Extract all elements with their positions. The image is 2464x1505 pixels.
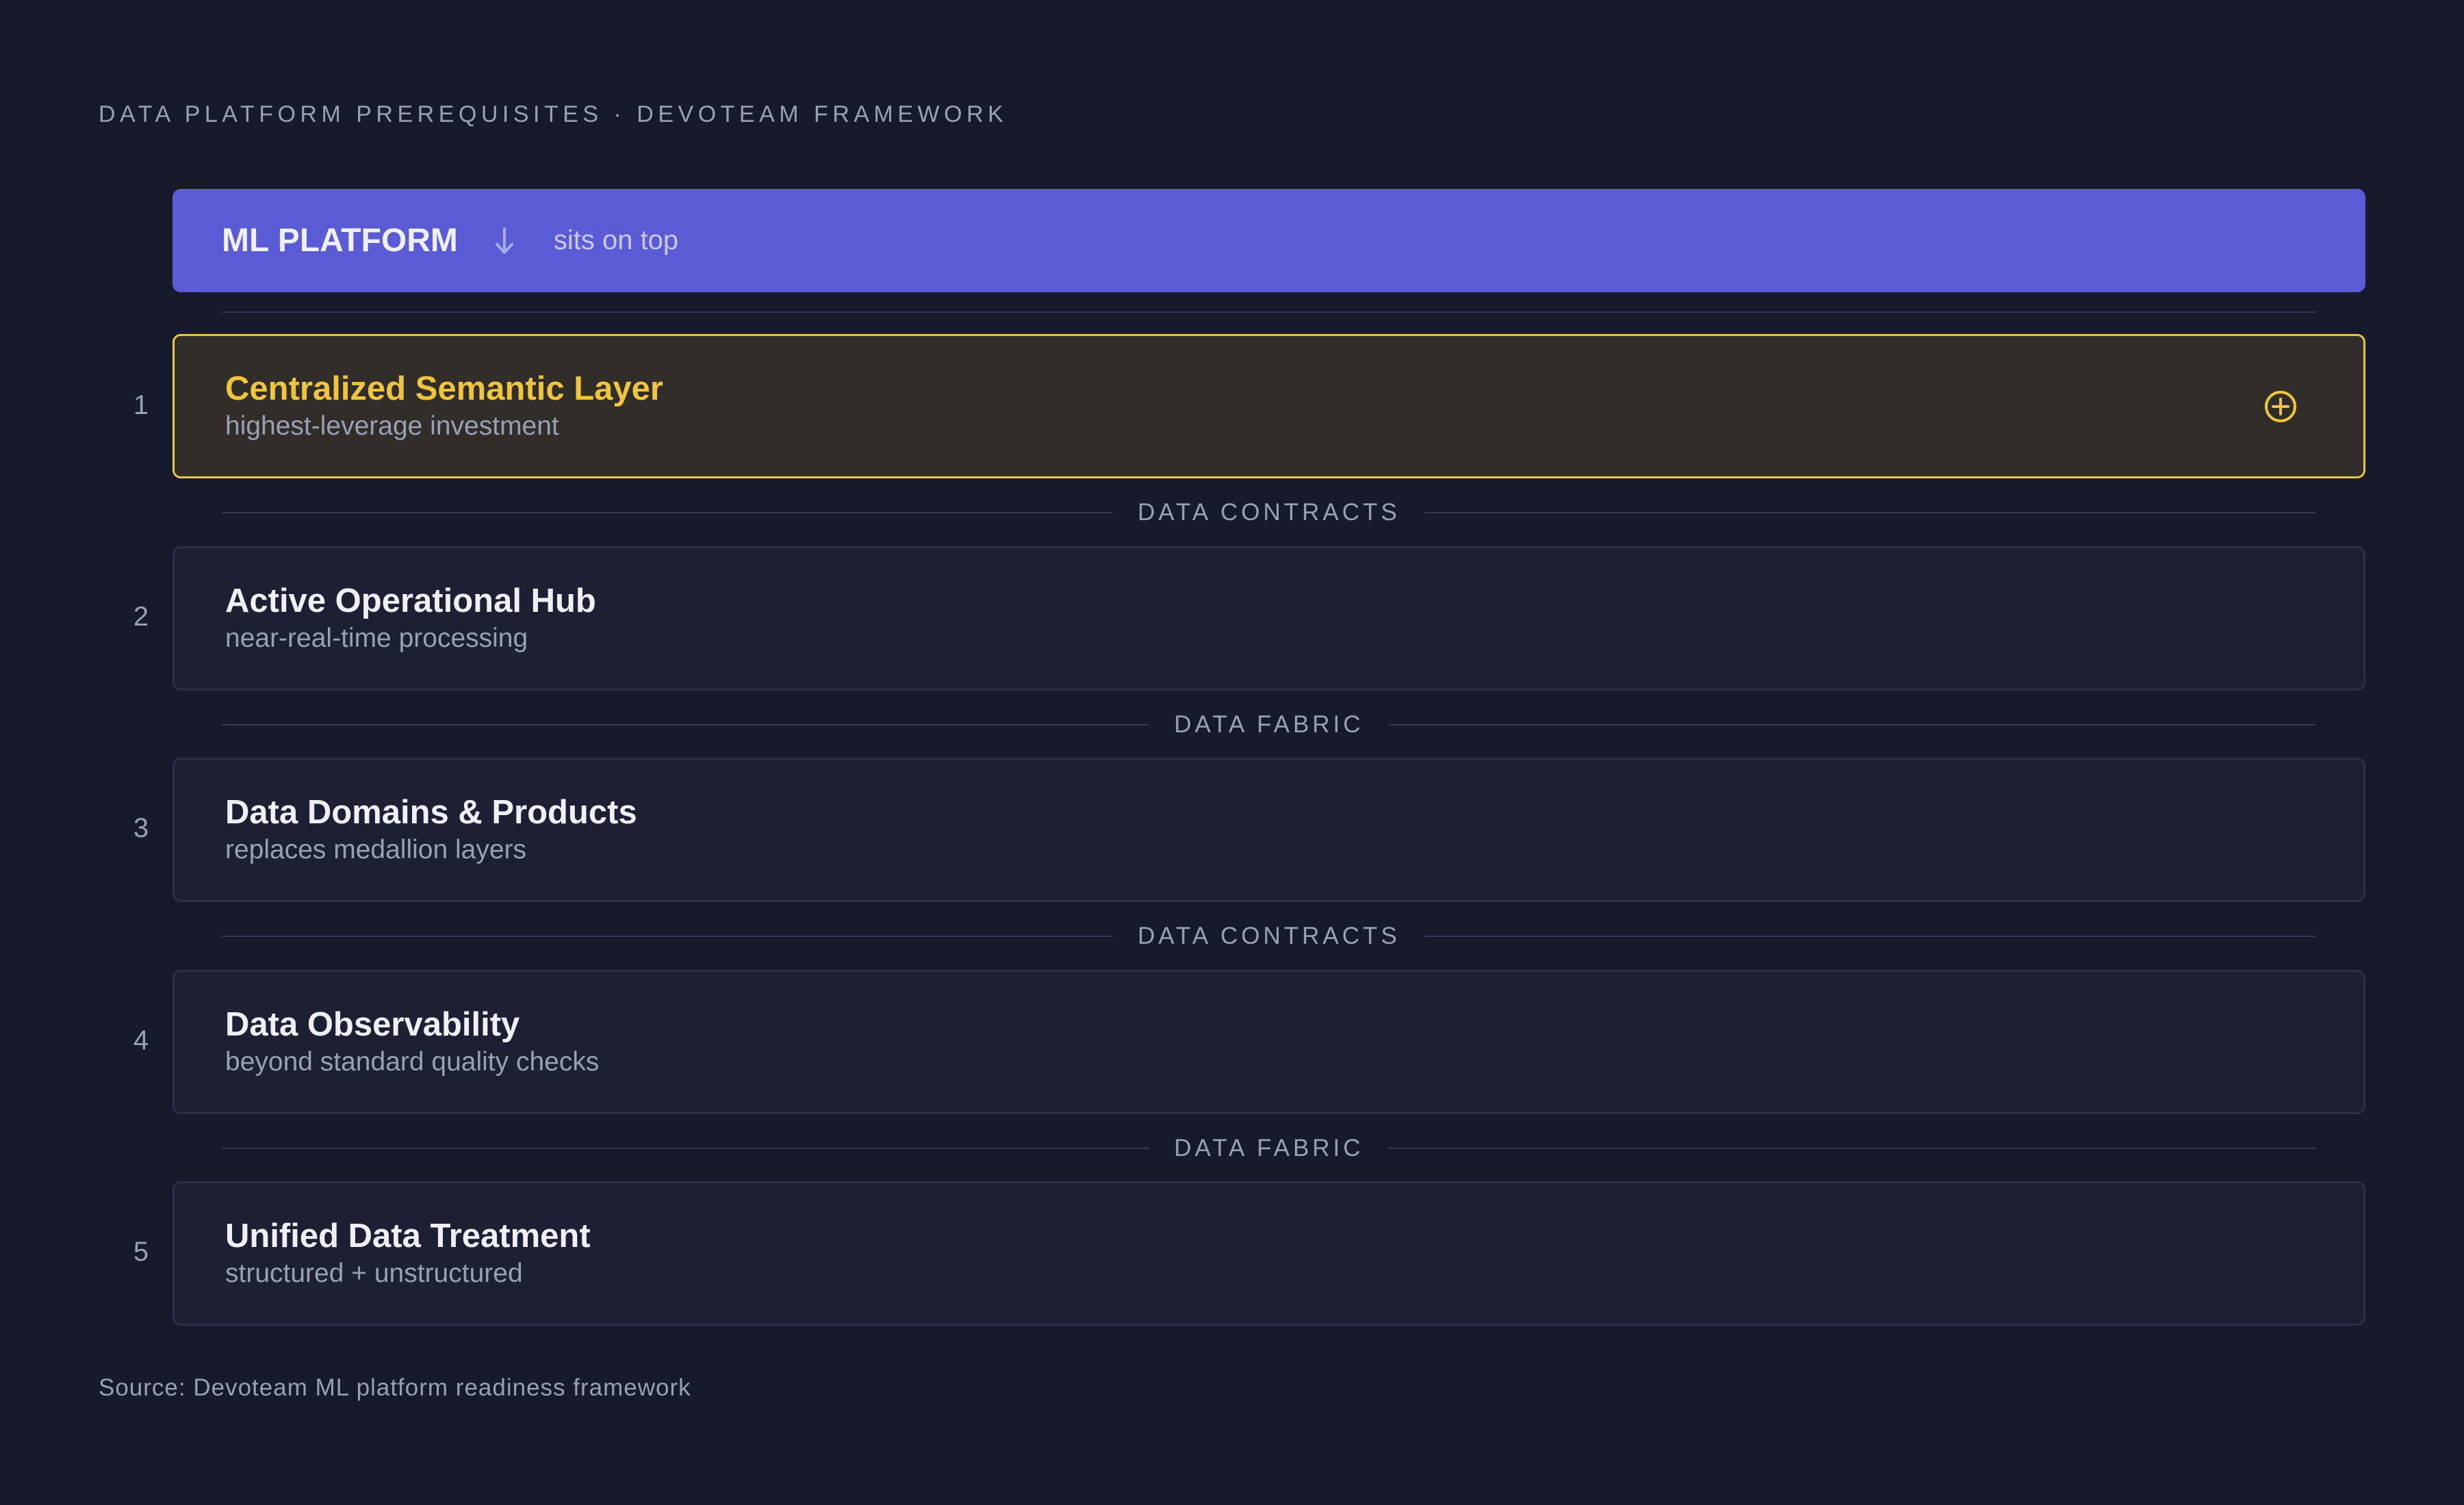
separator-line [1388,1148,2317,1149]
page-eyebrow-title: DATA PLATFORM PREREQUISITES · DEVOTEAM F… [99,101,1008,127]
layer-description: near-real-time processing [225,623,528,654]
layer-name: Data Domains & Products [225,793,637,831]
layer-number: 5 [133,1237,149,1267]
plus-circle-icon[interactable] [2263,389,2298,424]
separator-line [1424,512,2316,513]
layer-name: Centralized Semantic Layer [225,370,663,407]
separator-line [222,936,1114,937]
layer-number: 2 [133,602,149,632]
separator-line [222,724,1150,725]
ml-platform-title: ML PLATFORM [222,222,458,259]
separator-label: DATA CONTRACTS [1138,923,1400,949]
layer-card-semantic-layer[interactable]: Centralized Semantic Layer highest-lever… [172,334,2365,478]
separator-line [222,1148,1150,1149]
layer-description: beyond standard quality checks [225,1047,600,1077]
separator-label: DATA CONTRACTS [1138,499,1400,526]
layer-name: Unified Data Treatment [225,1217,591,1255]
layer-name: Active Operational Hub [225,582,596,619]
divider-line [222,311,2316,313]
layer-number: 3 [133,813,149,843]
layer-description: structured + unstructured [225,1259,523,1289]
layer-number: 4 [133,1025,149,1055]
ml-platform-note: sits on top [553,225,679,255]
ml-platform-bar: ML PLATFORM sits on top [172,189,2365,292]
layer-card-operational-hub[interactable]: Active Operational Hub near-real-time pr… [172,546,2365,691]
separator-line [1424,936,2316,937]
separator-data-fabric: DATA FABRIC [222,1128,2317,1169]
arrow-down-icon [492,224,517,258]
layer-number: 1 [133,390,149,420]
layer-card-domains-products[interactable]: Data Domains & Products replaces medalli… [172,758,2365,902]
layer-name: Data Observability [225,1005,520,1043]
layer-description: replaces medallion layers [225,835,527,865]
separator-line [1388,724,2317,725]
source-note: Source: Devoteam ML platform readiness f… [99,1374,691,1401]
separator-data-contracts: DATA CONTRACTS [222,916,2316,957]
separator-label: DATA FABRIC [1174,1135,1364,1161]
separator-line [222,512,1114,513]
separator-data-contracts: DATA CONTRACTS [222,492,2316,533]
layer-description: highest-leverage investment [225,411,559,441]
layer-card-unified-treatment[interactable]: Unified Data Treatment structured + unst… [172,1181,2365,1326]
separator-label: DATA FABRIC [1174,711,1364,738]
separator-data-fabric: DATA FABRIC [222,704,2317,745]
layer-card-observability[interactable]: Data Observability beyond standard quali… [172,970,2365,1114]
